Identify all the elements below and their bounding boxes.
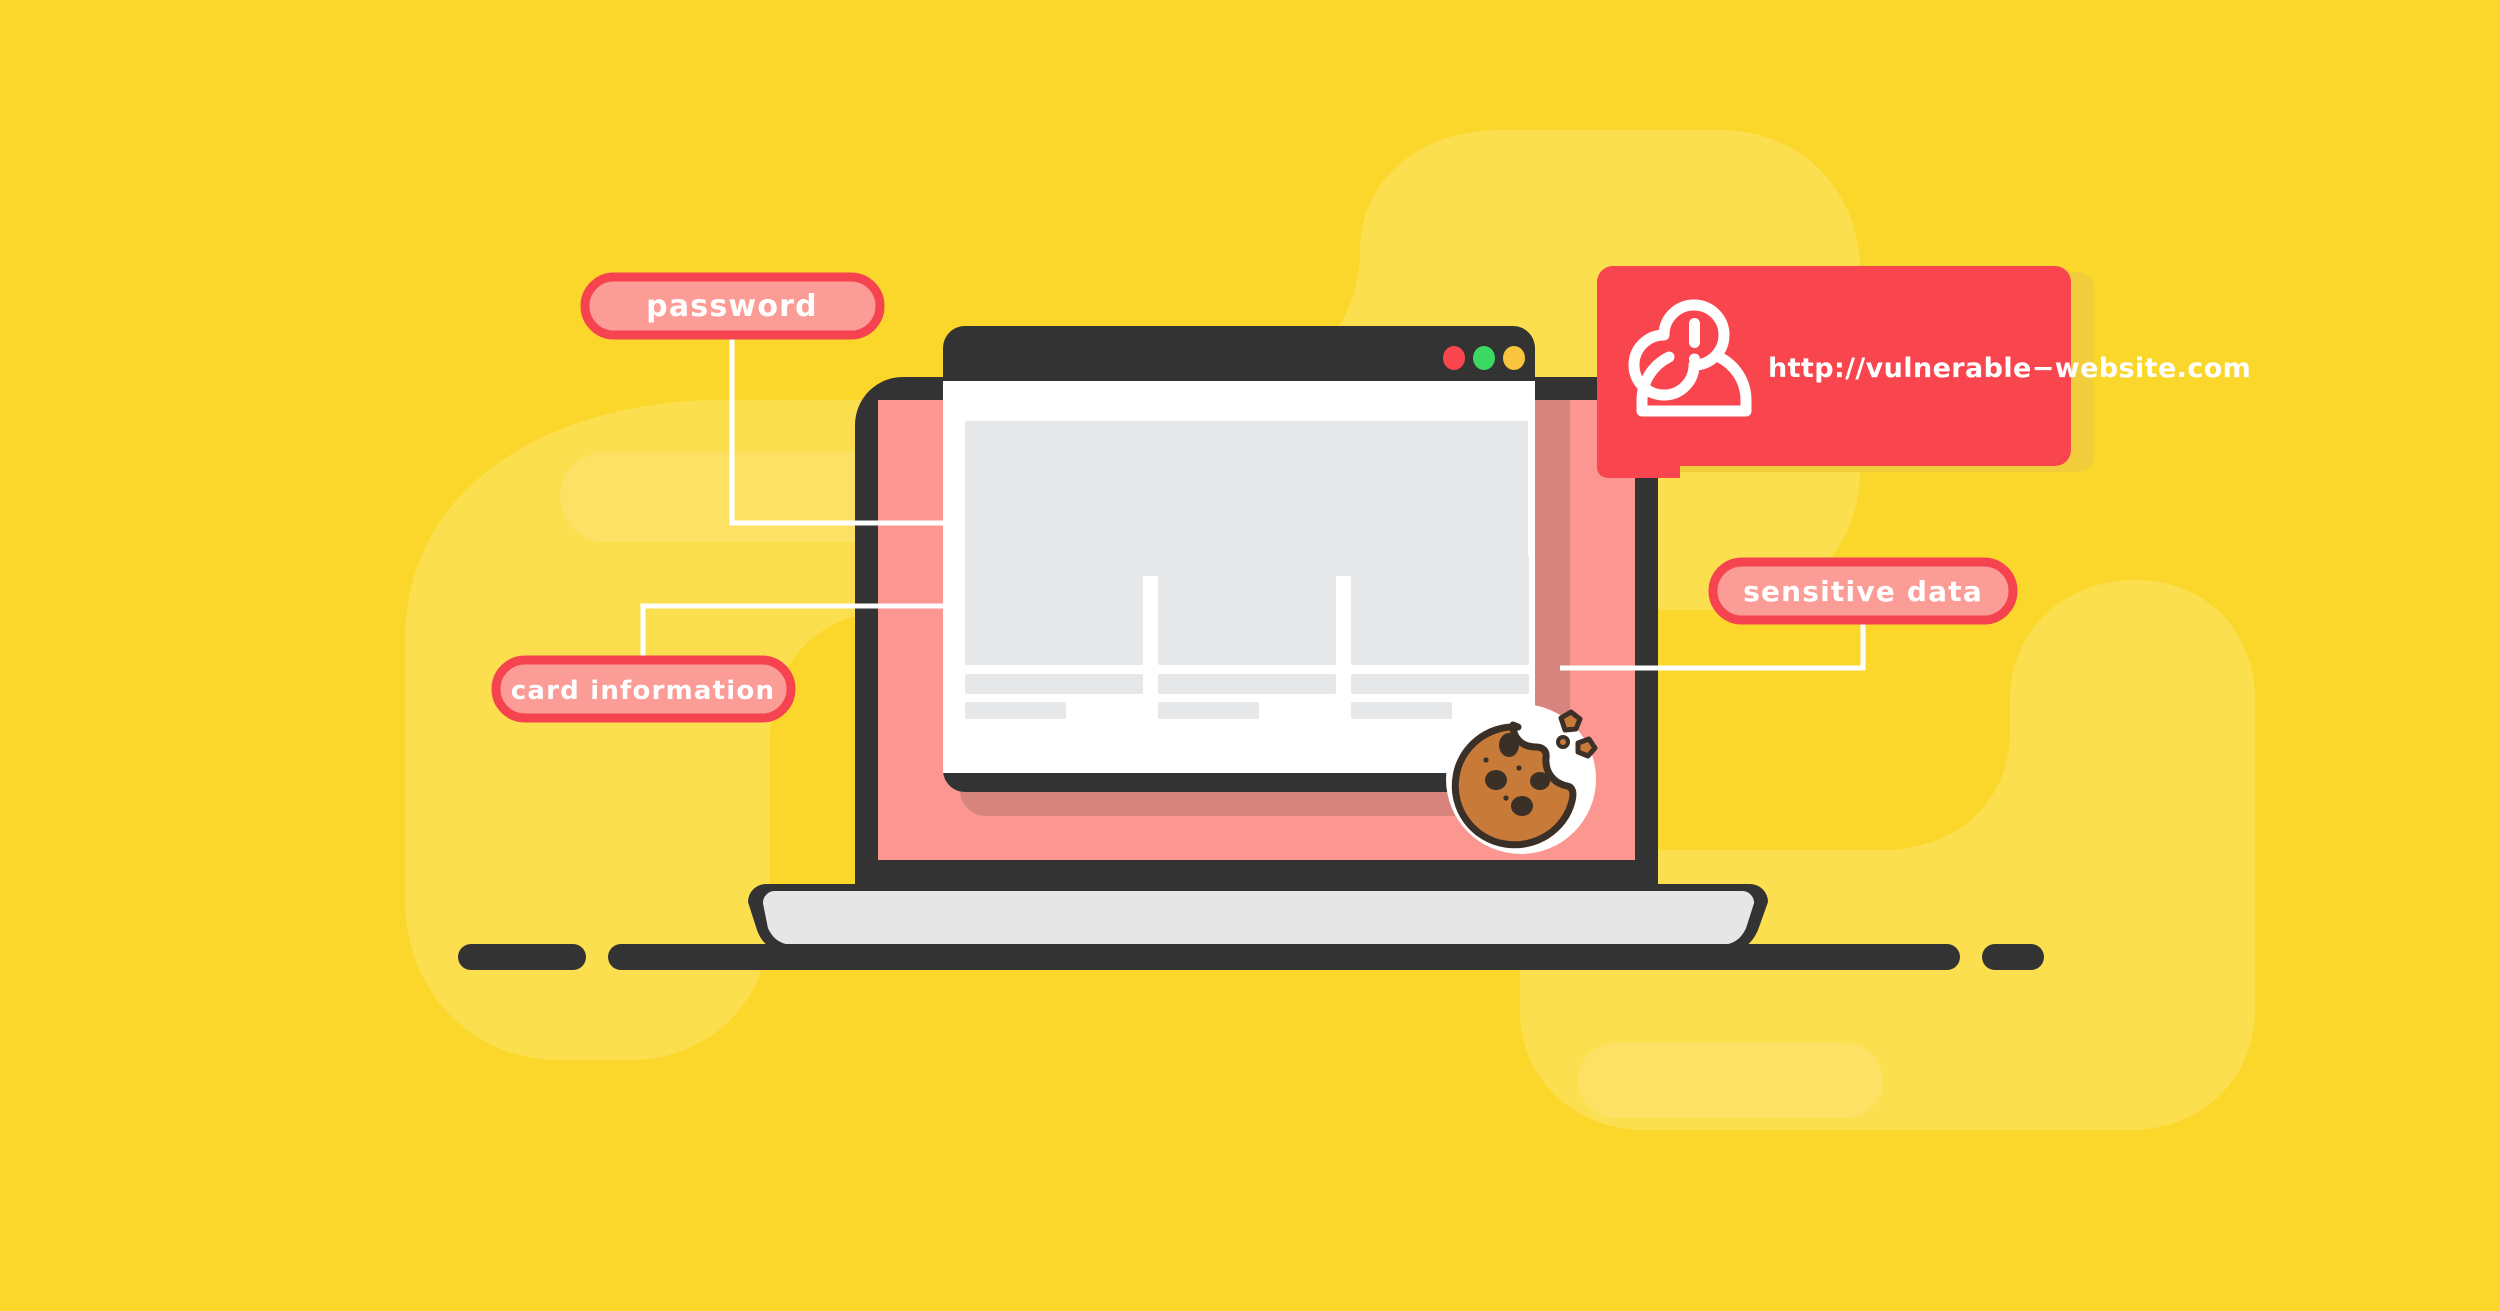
alert-bubble[interactable]: http://vulnerable−website.com [0, 0, 2500, 1311]
alert-bubble-url: http://vulnerable−website.com [1768, 353, 2251, 384]
illustration-canvas: password card information sensitive data… [0, 0, 2500, 1311]
